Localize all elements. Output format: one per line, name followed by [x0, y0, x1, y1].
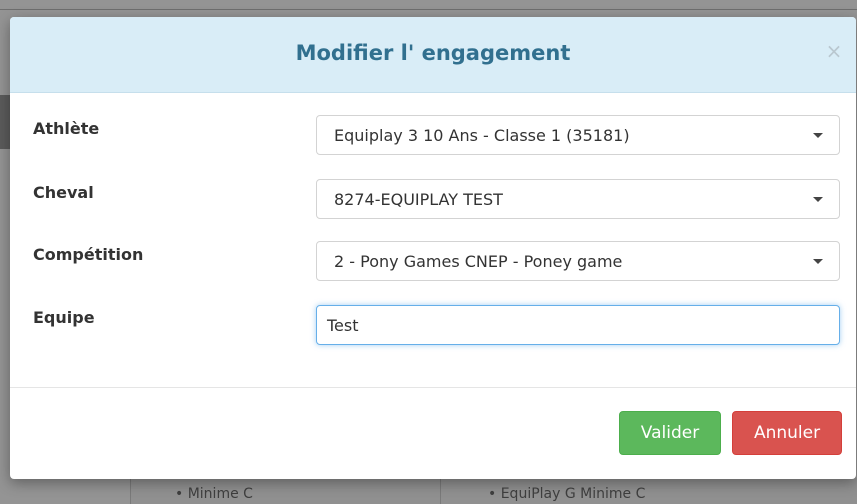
- cheval-select[interactable]: 8274-EQUIPLAY TEST: [316, 179, 840, 219]
- background-column-divider: [440, 478, 441, 504]
- chevron-down-icon: [813, 197, 823, 202]
- competition-select-value: 2 - Pony Games CNEP - Poney game: [334, 252, 623, 271]
- background-sidebar-edge: [0, 95, 10, 149]
- edit-engagement-modal: Modifier l' engagement × Athlète Equipla…: [10, 17, 856, 479]
- close-icon[interactable]: ×: [824, 39, 844, 63]
- chevron-down-icon: [813, 259, 823, 264]
- athlete-label: Athlète: [33, 119, 100, 138]
- valider-button[interactable]: Valider: [619, 411, 721, 455]
- equipe-input-value: Test: [327, 316, 359, 335]
- modal-footer-divider: [10, 387, 856, 388]
- equipe-label: Equipe: [33, 308, 95, 327]
- equipe-input[interactable]: Test: [316, 305, 840, 345]
- cheval-select-value: 8274-EQUIPLAY TEST: [334, 190, 503, 209]
- competition-label: Compétition: [33, 245, 144, 264]
- modal-title: Modifier l' engagement: [295, 41, 571, 65]
- chevron-down-icon: [813, 133, 823, 138]
- competition-select[interactable]: 2 - Pony Games CNEP - Poney game: [316, 241, 840, 281]
- background-navbar-edge: [0, 9, 857, 10]
- background-list-item: • EquiPlay G Minime C: [488, 486, 646, 502]
- cheval-label: Cheval: [33, 183, 94, 202]
- athlete-select[interactable]: Equiplay 3 10 Ans - Classe 1 (35181): [316, 115, 840, 155]
- annuler-button[interactable]: Annuler: [732, 411, 842, 455]
- background-list-item: • Minime C: [175, 486, 253, 502]
- modal-header: Modifier l' engagement ×: [10, 17, 856, 93]
- athlete-select-value: Equiplay 3 10 Ans - Classe 1 (35181): [334, 126, 630, 145]
